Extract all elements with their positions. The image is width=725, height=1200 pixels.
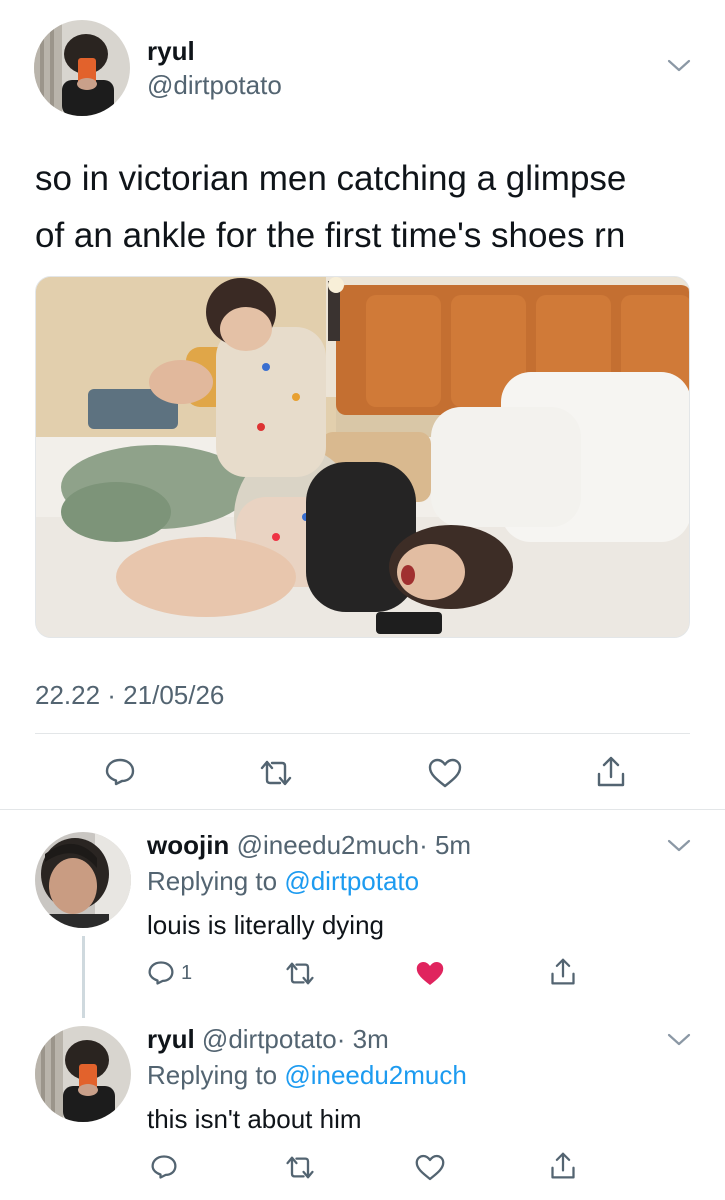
tweet-text-line: of an ankle for the first time's shoes r… <box>35 216 626 255</box>
share-icon[interactable] <box>595 755 627 789</box>
replying-to: Replying to @ineedu2much <box>147 1060 467 1091</box>
tweet-text: so in victorian men catching a glimpse o… <box>35 150 626 264</box>
avatar[interactable] <box>34 20 130 116</box>
avatar[interactable] <box>35 832 131 928</box>
share-icon[interactable] <box>549 957 577 987</box>
tweet-timestamp[interactable]: 22.22 · 21/05/26 <box>35 680 224 711</box>
share-icon[interactable] <box>549 1151 577 1181</box>
reply-header: ryul @dirtpotato· 3m <box>147 1024 389 1055</box>
retweet-icon[interactable] <box>258 758 294 788</box>
chevron-down-icon[interactable] <box>667 58 691 74</box>
tweet-text-line: so in victorian men catching a glimpse <box>35 159 627 198</box>
display-name[interactable]: ryul <box>147 36 195 67</box>
handle[interactable]: @ineedu2much <box>237 830 420 860</box>
like-icon-filled[interactable] <box>415 960 445 987</box>
reply-text: louis is literally dying <box>147 910 384 940</box>
reply-time[interactable]: · 3m <box>337 1024 389 1054</box>
tweet-media-image[interactable] <box>35 276 690 638</box>
replying-to-label: Replying to <box>147 1060 278 1090</box>
reply-icon[interactable] <box>104 756 136 788</box>
reply-text: this isn't about him <box>147 1104 362 1134</box>
chevron-down-icon[interactable] <box>667 1032 691 1048</box>
retweet-icon[interactable] <box>284 960 316 987</box>
reply-header: woojin @ineedu2much· 5m <box>147 830 471 861</box>
replying-to-handle[interactable]: @dirtpotato <box>284 866 419 896</box>
divider <box>35 733 690 734</box>
handle[interactable]: @dirtpotato <box>147 70 282 101</box>
display-name[interactable]: woojin <box>147 830 229 860</box>
display-name[interactable]: ryul <box>147 1024 195 1054</box>
like-icon[interactable] <box>428 758 462 788</box>
retweet-icon[interactable] <box>284 1154 316 1181</box>
like-icon[interactable] <box>415 1154 445 1181</box>
thread-line <box>82 936 85 1018</box>
avatar[interactable] <box>35 1026 131 1122</box>
handle[interactable]: @dirtpotato <box>202 1024 337 1054</box>
divider <box>0 809 725 810</box>
reply-icon[interactable] <box>150 1153 178 1181</box>
replying-to: Replying to @dirtpotato <box>147 866 419 897</box>
reply-count: 1 <box>181 962 193 984</box>
replying-to-label: Replying to <box>147 866 278 896</box>
reply-time[interactable]: · 5m <box>419 830 471 860</box>
reply-icon[interactable] <box>147 959 175 987</box>
replying-to-handle[interactable]: @ineedu2much <box>284 1060 467 1090</box>
chevron-down-icon[interactable] <box>667 838 691 854</box>
